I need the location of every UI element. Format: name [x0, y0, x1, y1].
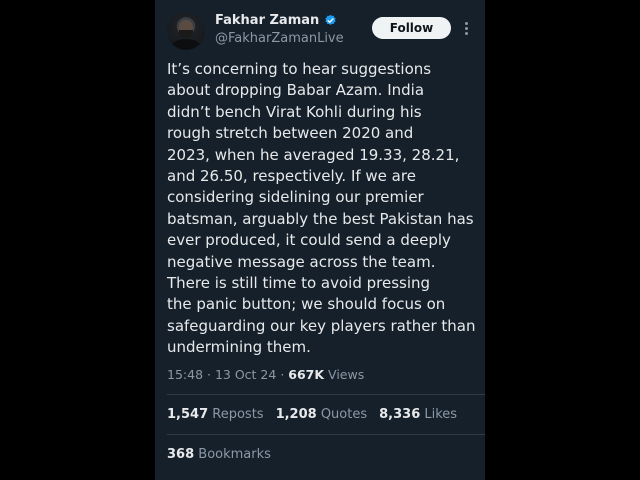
- author-name-row[interactable]: Fakhar Zaman: [215, 13, 337, 28]
- tweet-meta: 15:48 · 13 Oct 24 · 667K Views: [167, 367, 364, 382]
- more-dot: [464, 31, 468, 35]
- meta-separator: ·: [207, 367, 215, 382]
- avatar-shoulders: [171, 39, 201, 50]
- reposts-label: Reposts: [212, 407, 264, 422]
- bookmarks-stat[interactable]: 368 Bookmarks: [167, 447, 271, 462]
- quotes-stat[interactable]: 1,208 Quotes: [276, 407, 368, 422]
- engagement-stats: 1,547 Reposts 1,208 Quotes 8,336 Likes: [167, 407, 457, 422]
- avatar[interactable]: [167, 12, 205, 50]
- tweet-line: undermining them.: [167, 338, 311, 357]
- likes-stat[interactable]: 8,336 Likes: [379, 407, 457, 422]
- bookmarks-label: Bookmarks: [198, 447, 271, 462]
- likes-count: 8,336: [379, 407, 421, 422]
- tweet-line: the panic button; we should focus on: [167, 295, 446, 314]
- more-vertical-icon[interactable]: [460, 18, 472, 38]
- tweet-line: rough stretch between 2020 and: [167, 124, 414, 143]
- tweet-time[interactable]: 15:48: [167, 367, 203, 382]
- tweet-line: didn’t bench Virat Kohli during his: [167, 102, 422, 121]
- tweet-line: There is still time to avoid pressing: [167, 274, 431, 293]
- follow-button[interactable]: Follow: [372, 17, 451, 39]
- tweet-line: ever produced, it could send a deeply: [167, 231, 451, 250]
- divider: [167, 394, 485, 395]
- tweet-line: and 26.50, respectively. If we are: [167, 167, 416, 186]
- quotes-label: Quotes: [320, 407, 368, 422]
- quotes-count: 1,208: [275, 407, 317, 422]
- likes-label: Likes: [424, 407, 458, 422]
- views-count: 667K: [288, 367, 325, 382]
- reposts-stat[interactable]: 1,547 Reposts: [167, 407, 264, 422]
- avatar-beard: [179, 30, 193, 38]
- tweet-card: Fakhar Zaman @FakharZamanLive Follow It’…: [155, 0, 485, 480]
- bookmarks-count: 368: [167, 447, 195, 462]
- reposts-count: 1,547: [167, 407, 209, 422]
- tweet-line: safeguarding our key players rather than: [167, 316, 476, 335]
- tweet-line: It’s concerning to hear suggestions: [167, 60, 432, 78]
- tweet-line: batsman, arguably the best Pakistan has: [167, 209, 474, 228]
- verified-badge-icon: [324, 14, 337, 27]
- divider: [167, 434, 485, 435]
- more-dot: [464, 26, 468, 30]
- author-name[interactable]: Fakhar Zaman: [215, 13, 319, 28]
- tweet-text: It’s concerning to hear suggestions abou…: [167, 59, 479, 359]
- tweet-line: negative message across the team.: [167, 252, 436, 271]
- views-label: Views: [328, 367, 365, 382]
- tweet-date[interactable]: 13 Oct 24: [215, 367, 276, 382]
- more-dot: [464, 21, 468, 25]
- tweet-line: 2023, when he averaged 19.33, 28.21,: [167, 145, 460, 164]
- author-handle[interactable]: @FakharZamanLive: [215, 31, 344, 46]
- tweet-line: considering sidelining our premier: [167, 188, 424, 207]
- tweet-line: about dropping Babar Azam. India: [167, 81, 425, 100]
